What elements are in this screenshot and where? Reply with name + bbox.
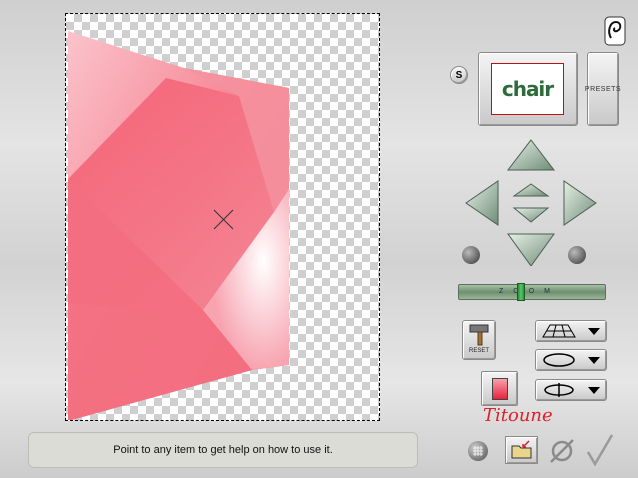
grid-perspective-icon [542,324,576,338]
arrow-down-icon[interactable] [507,233,555,266]
arrow-up-small-icon[interactable] [512,183,550,197]
pink-shape-graphic [68,31,289,420]
rotate-left-knob[interactable] [462,246,480,264]
grid-icon[interactable] [468,441,488,461]
arrow-down-small-icon[interactable] [512,207,550,223]
folder-icon [511,440,532,459]
hammer-icon [469,324,489,346]
cancel-icon[interactable] [547,436,577,466]
perspective-dropdown[interactable] [535,320,607,342]
help-text: Point to any item to get help on how to … [113,444,333,456]
arrow-left-icon[interactable] [465,180,499,226]
presets-button[interactable]: PRESETS [584,52,622,126]
rotate-icon [544,383,574,397]
rotate-dropdown[interactable] [535,379,607,401]
reset-button-label: RESET [468,348,489,354]
preset-preview-text: chair [501,77,554,101]
open-file-button[interactable] [505,436,538,464]
image-canvas[interactable] [65,13,380,421]
color-swatch-button[interactable] [481,371,518,406]
ellipse-dropdown[interactable] [535,349,607,371]
zoom-slider[interactable]: ZOOM [458,283,606,301]
titoune-signature: Titoune [483,405,553,426]
presets-button-label: PRESETS [584,85,622,93]
ellipse-icon [543,353,575,367]
swirl-icon [604,16,626,46]
s-button[interactable]: S [450,66,468,84]
color-swatch-icon [492,378,508,400]
ok-check-icon[interactable] [585,432,615,468]
chevron-down-icon [588,356,600,364]
chevron-down-icon [588,386,600,394]
reset-button[interactable]: RESET [462,320,496,360]
help-status-bar: Point to any item to get help on how to … [28,432,418,468]
s-button-label: S [455,69,463,81]
zoom-label: ZOOM [499,288,560,295]
chevron-down-icon [588,327,600,335]
arrow-right-icon[interactable] [563,180,597,226]
preset-preview[interactable]: chair [478,52,578,126]
arrow-up-icon[interactable] [506,139,556,171]
rotate-right-knob[interactable] [568,246,586,264]
zoom-slider-thumb[interactable] [517,283,525,301]
